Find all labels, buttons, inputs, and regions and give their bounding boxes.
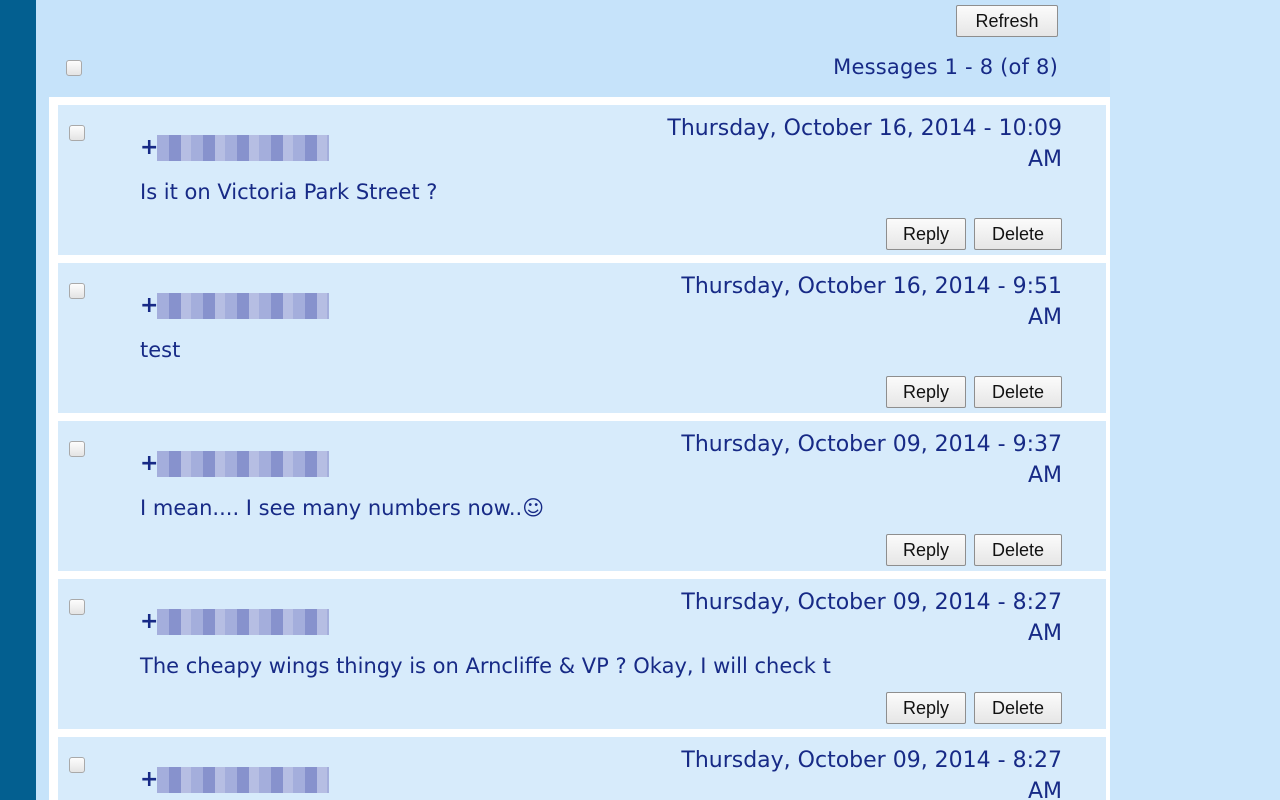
message-body: The cheapy wings thingy is on Arncliffe … (140, 654, 831, 678)
message-date: Thursday, October 09, 2014 - 8:27 AM (632, 587, 1062, 649)
refresh-button[interactable]: Refresh (956, 5, 1058, 37)
message-date: Thursday, October 16, 2014 - 9:51 AM (632, 271, 1062, 333)
redacted-phone-mask (157, 767, 329, 793)
message-item: +1 Thursday, October 16, 2014 - 9:51 AM … (58, 263, 1106, 413)
message-item: +1 Thursday, October 09, 2014 - 8:27 AM … (58, 579, 1106, 729)
left-sidebar-strip (0, 0, 36, 800)
redacted-phone-mask (157, 293, 329, 319)
reply-button[interactable]: Reply (886, 692, 966, 724)
message-item: +1 Thursday, October 16, 2014 - 10:09 AM… (58, 105, 1106, 255)
message-item: +1 Thursday, October 09, 2014 - 8:27 AM (58, 737, 1106, 800)
delete-button[interactable]: Delete (974, 376, 1062, 408)
message-checkbox[interactable] (69, 125, 85, 141)
message-checkbox[interactable] (69, 599, 85, 615)
redacted-phone-mask (157, 609, 329, 635)
message-date-line1: Thursday, October 16, 2014 - 9:51 (681, 274, 1062, 299)
reply-button[interactable]: Reply (886, 376, 966, 408)
message-date-line2: AM (1027, 779, 1062, 800)
message-date: Thursday, October 16, 2014 - 10:09 AM (632, 113, 1062, 175)
message-date: Thursday, October 09, 2014 - 9:37 AM (632, 429, 1062, 491)
delete-button[interactable]: Delete (974, 692, 1062, 724)
message-date-line1: Thursday, October 09, 2014 - 9:37 (681, 432, 1062, 457)
message-date-line2: AM (1027, 621, 1062, 646)
message-checkbox[interactable] (69, 757, 85, 773)
message-date-line1: Thursday, October 16, 2014 - 10:09 (667, 116, 1062, 141)
select-all-checkbox[interactable] (66, 60, 82, 76)
reply-button[interactable]: Reply (886, 534, 966, 566)
reply-button[interactable]: Reply (886, 218, 966, 250)
message-count: Messages 1 - 8 (of 8) (833, 55, 1058, 79)
message-item: +1 Thursday, October 09, 2014 - 9:37 AM … (58, 421, 1106, 571)
delete-button[interactable]: Delete (974, 534, 1062, 566)
message-checkbox[interactable] (69, 283, 85, 299)
message-body: I mean.... I see many numbers now..☺ (140, 496, 545, 520)
message-date-line1: Thursday, October 09, 2014 - 8:27 (681, 748, 1062, 773)
redacted-phone-mask (157, 135, 329, 161)
message-date-line2: AM (1027, 147, 1062, 172)
message-date: Thursday, October 09, 2014 - 8:27 AM (632, 745, 1062, 800)
message-body: Is it on Victoria Park Street ? (140, 180, 438, 204)
message-date-line2: AM (1027, 463, 1062, 488)
redacted-phone-mask (157, 451, 329, 477)
right-background (1110, 0, 1280, 800)
message-date-line1: Thursday, October 09, 2014 - 8:27 (681, 590, 1062, 615)
message-date-line2: AM (1027, 305, 1062, 330)
delete-button[interactable]: Delete (974, 218, 1062, 250)
message-body: test (140, 338, 181, 362)
message-checkbox[interactable] (69, 441, 85, 457)
